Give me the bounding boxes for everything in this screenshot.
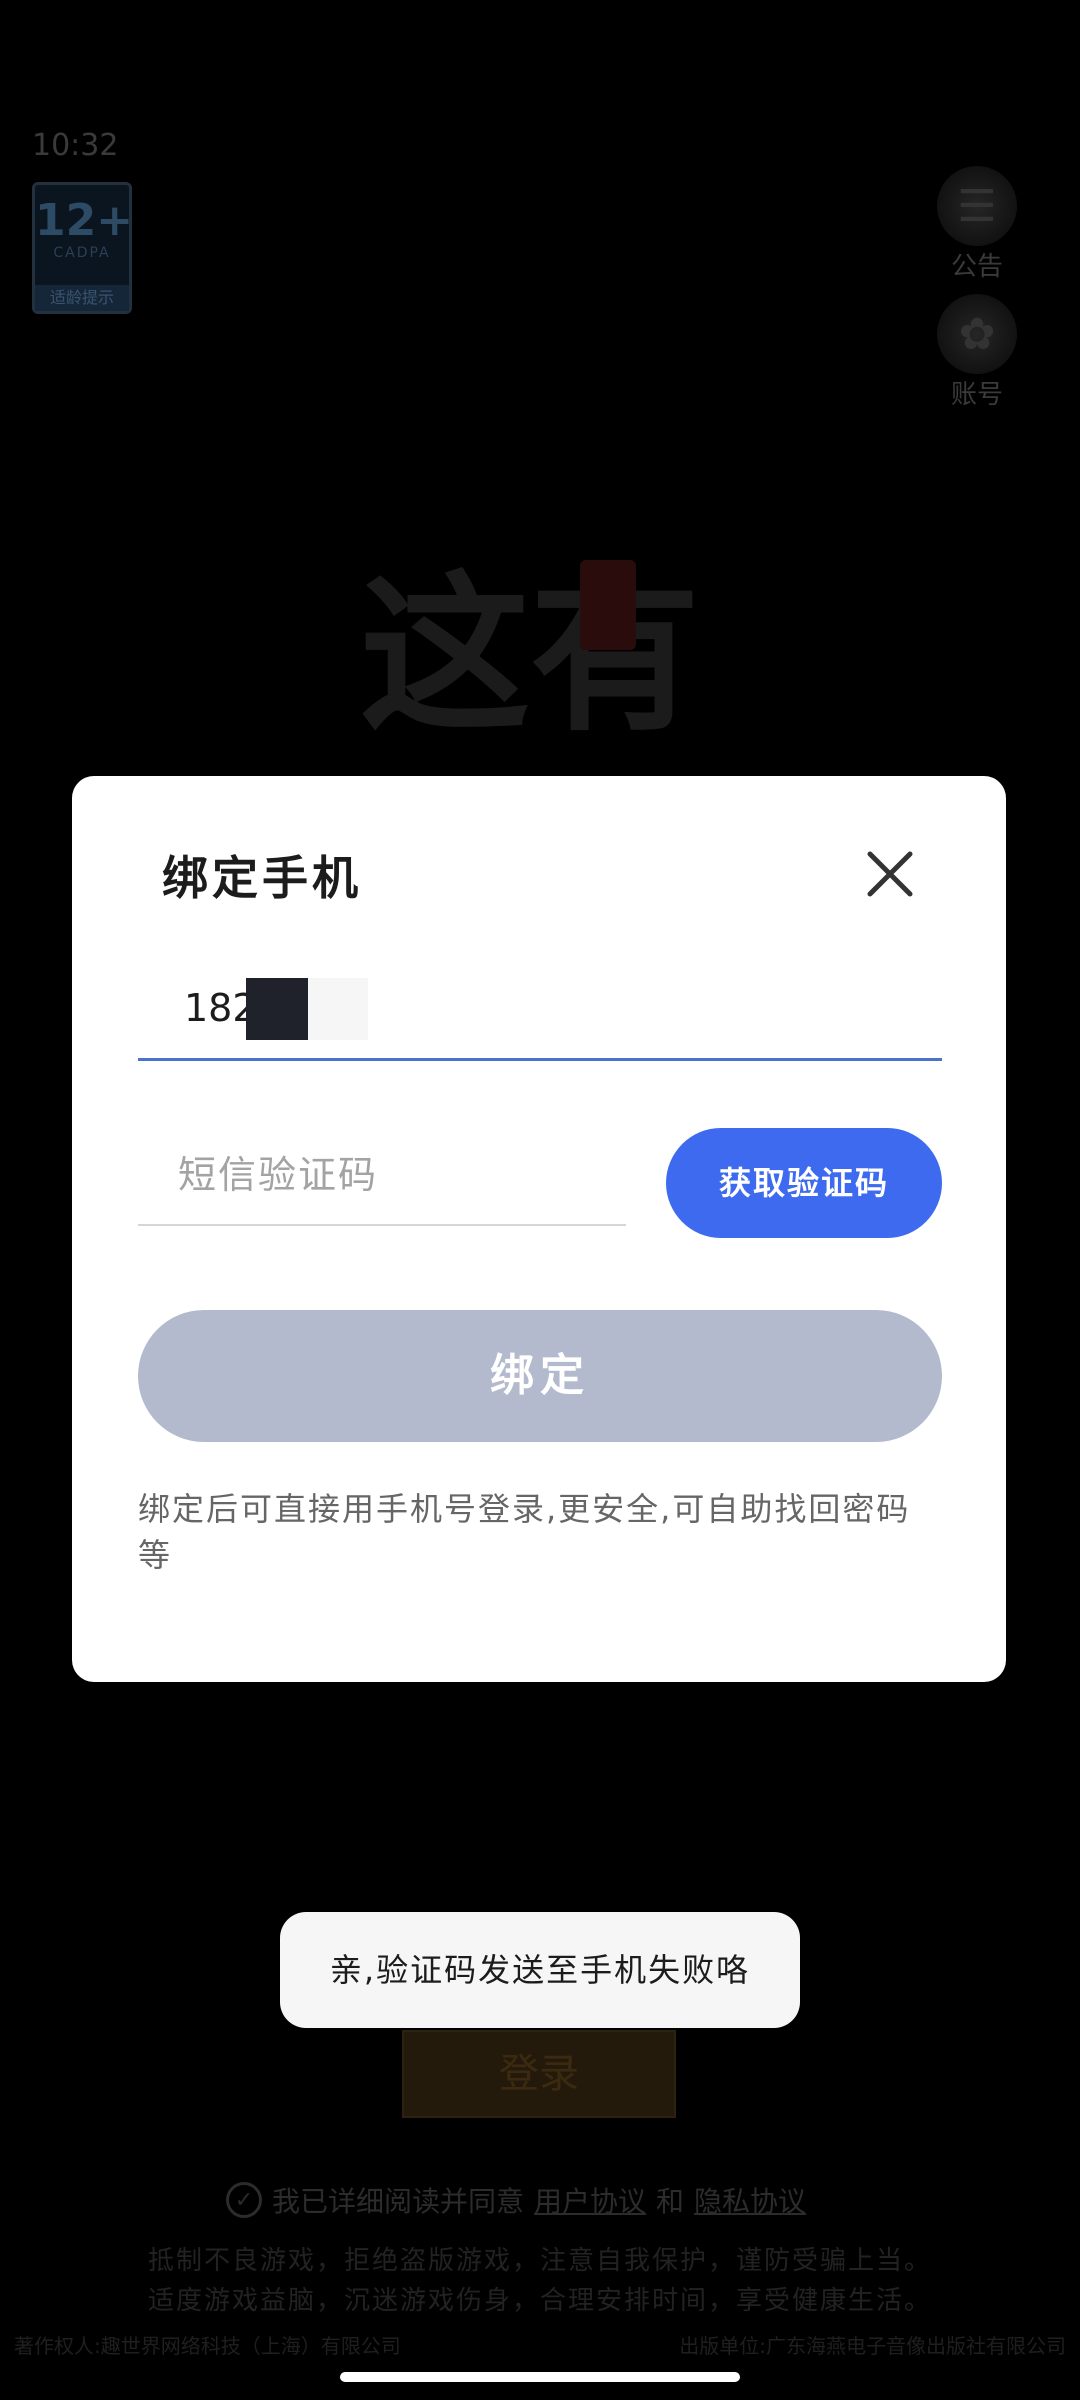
home-indicator[interactable] [340, 2372, 740, 2382]
redaction-block [246, 978, 308, 1040]
bind-button[interactable]: 绑定 [138, 1310, 942, 1442]
dialog-title: 绑定手机 [162, 851, 362, 905]
agreement-and: 和 [656, 2185, 685, 2218]
age-rating-number: 12+ [35, 195, 134, 246]
login-button[interactable]: 登录 [402, 2030, 676, 2118]
notice-label: 公告 [950, 252, 1003, 282]
age-rating-tip: 适龄提示 [35, 285, 129, 311]
health-notice-line2: 适度游戏益脑，沉迷游戏伤身，合理安排时间，享受健康生活。 [147, 2286, 932, 2316]
sms-code-field [138, 1128, 626, 1226]
redaction-block [308, 978, 368, 1040]
agreement-row: ✓ 我已详细阅读并同意 用户协议和隐私协议 [226, 2180, 806, 2220]
toast-message: 亲,验证码发送至手机失败咯 [280, 1912, 800, 2028]
close-button[interactable] [862, 846, 918, 902]
logo-seal [580, 560, 636, 650]
agreement-checkbox[interactable]: ✓ [226, 2182, 262, 2218]
privacy-agreement-link[interactable]: 隐私协议 [694, 2180, 806, 2220]
notice-button[interactable]: ☰ 公告 [922, 166, 1032, 283]
close-icon [867, 851, 913, 897]
age-rating-org: CADPA [53, 245, 111, 261]
get-code-button[interactable]: 获取验证码 [666, 1128, 942, 1238]
status-time: 10:32 [32, 128, 119, 163]
scroll-icon: ☰ [937, 166, 1017, 246]
agreement-prefix: 我已详细阅读并同意 [272, 2185, 525, 2218]
copyright-publisher: 出版单位:广东海燕电子音像出版社有限公司 [679, 2334, 1066, 2358]
bind-phone-dialog: 绑定手机 182 获取验证码 绑定 绑定后可直接用手机号登录,更安全,可自助找回… [72, 776, 1006, 1682]
health-notice-line1: 抵制不良游戏，拒绝盗版游戏，注意自我保护，谨防受骗上当。 [147, 2246, 932, 2276]
account-button[interactable]: ✿ 账号 [922, 294, 1032, 411]
flower-icon: ✿ [937, 294, 1017, 374]
account-label: 账号 [950, 380, 1003, 410]
bind-hint: 绑定后可直接用手机号登录,更安全,可自助找回密码等 [138, 1490, 911, 1574]
sms-code-input[interactable] [176, 1144, 620, 1206]
user-agreement-link[interactable]: 用户协议 [534, 2180, 646, 2220]
copyright-owner: 著作权人:趣世界网络科技（上海）有限公司 [14, 2334, 401, 2358]
copyright-bar: 著作权人:趣世界网络科技（上海）有限公司 出版单位:广东海燕电子音像出版社有限公… [14, 2330, 1066, 2359]
age-rating-badge: 12+ CADPA 适龄提示 [32, 182, 134, 314]
game-logo: 这有 [360, 555, 701, 755]
